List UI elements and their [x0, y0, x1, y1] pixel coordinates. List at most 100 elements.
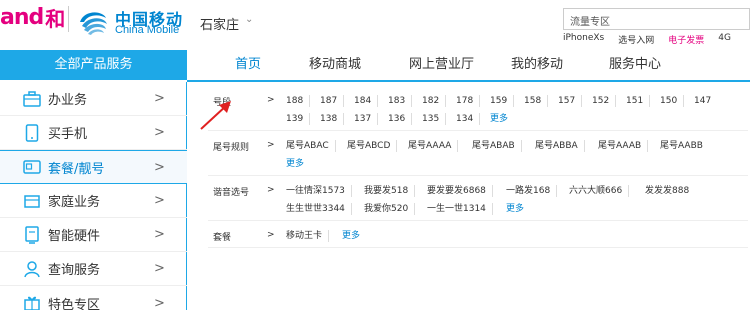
nav-online-hall[interactable]: 网上营业厅: [409, 50, 499, 80]
row-arrow: >: [267, 185, 275, 195]
chevron-right-icon: >: [154, 295, 165, 310]
hot-link-4g[interactable]: 4G: [718, 33, 731, 46]
segment-chip[interactable]: 182: [422, 95, 447, 107]
nav-service-center[interactable]: 服务中心: [609, 50, 689, 80]
site-header: and 和 中国移动 China Mobile 石家庄 ⌄ 流量专区 iPhon…: [0, 0, 750, 50]
nav-home[interactable]: 首页: [235, 50, 297, 80]
segment-chip[interactable]: 157: [558, 95, 583, 107]
segment-chip[interactable]: 188: [286, 95, 311, 107]
sidebar-item-query-service[interactable]: 查询服务 >: [0, 252, 187, 286]
sidebar-item-business[interactable]: 办业务 >: [0, 82, 187, 116]
homophone-chip[interactable]: 发发发888: [645, 185, 695, 197]
row-arrow: >: [267, 95, 275, 105]
segment-chip[interactable]: 152: [592, 95, 617, 107]
segment-chip[interactable]: 139: [286, 113, 311, 125]
homophone-chip[interactable]: 我要发518: [364, 185, 416, 197]
chevron-right-icon: >: [154, 193, 165, 208]
plan-chip[interactable]: 移动王卡: [286, 230, 330, 242]
chevron-down-icon[interactable]: ⌄: [245, 14, 253, 25]
segment-chip[interactable]: 137: [354, 113, 379, 125]
homophone-chips: 一往情深1573 我要发518 要发要发6868 一路发168 六六大顺666 …: [280, 185, 740, 215]
chevron-right-icon: >: [154, 261, 165, 276]
tail-rule-chip[interactable]: 尾号AABB: [660, 140, 709, 152]
tail-rule-chip[interactable]: 尾号ABCD: [347, 140, 398, 152]
segment-chip[interactable]: 187: [320, 95, 345, 107]
segment-chip[interactable]: 136: [388, 113, 413, 125]
sidebar-item-plans-numbers[interactable]: 套餐/靓号 >: [0, 150, 187, 184]
segment-chip[interactable]: 183: [388, 95, 413, 107]
row-arrow: >: [267, 140, 275, 150]
homophone-chip[interactable]: 六六大顺666: [569, 185, 630, 197]
homophone-chip[interactable]: 一往情深1573: [286, 185, 352, 197]
hot-link-e-invoice[interactable]: 电子发票: [668, 33, 704, 46]
china-mobile-logo-icon[interactable]: [74, 4, 112, 38]
annotation-arrow-icon: [200, 101, 231, 130]
card-icon: [22, 157, 42, 177]
user-icon: [22, 259, 42, 279]
chevron-right-icon: >: [154, 227, 165, 242]
search-input[interactable]: 流量专区: [563, 8, 750, 30]
sidebar-item-home-business[interactable]: 家庭业务 >: [0, 184, 187, 218]
gift-icon: [22, 293, 42, 310]
row-divider: [208, 130, 748, 131]
main-nav: 首页 移动商城 网上营业厅 我的移动 服务中心: [190, 50, 750, 80]
chevron-right-icon: >: [154, 91, 165, 106]
segment-chip[interactable]: 158: [524, 95, 549, 107]
logo-divider: [68, 6, 69, 32]
segment-chip[interactable]: 150: [660, 95, 685, 107]
chevron-right-icon: >: [154, 125, 165, 140]
row-label-homophone: 谐音选号: [213, 188, 250, 198]
sidebar-item-smart-hardware[interactable]: 智能硬件 >: [0, 218, 187, 252]
row-label-plan: 套餐: [213, 233, 232, 243]
more-link[interactable]: 更多: [342, 230, 366, 242]
sidebar-item-special-zone[interactable]: 特色专区 >: [0, 286, 187, 310]
homophone-chip[interactable]: 我爱你520: [364, 203, 416, 215]
tail-rule-chip[interactable]: 尾号AAAA: [408, 140, 459, 152]
plan-chips: 移动王卡 更多: [280, 230, 740, 244]
brand-name-en: China Mobile: [115, 24, 180, 36]
device-icon: [22, 225, 42, 245]
briefcase-icon: [22, 89, 42, 109]
more-link[interactable]: 更多: [286, 158, 310, 170]
homophone-chip[interactable]: 一路发168: [506, 185, 558, 197]
segment-chip[interactable]: 138: [320, 113, 345, 125]
more-link[interactable]: 更多: [506, 203, 530, 215]
sidebar-item-label: 家庭业务: [48, 195, 101, 210]
row-arrow: >: [267, 230, 275, 240]
tail-rule-chip[interactable]: 尾号AAAB: [598, 140, 649, 152]
hot-link-select-number[interactable]: 选号入网: [618, 33, 654, 46]
homophone-chip[interactable]: 要发要发6868: [427, 185, 493, 197]
segment-chip[interactable]: 134: [456, 113, 481, 125]
and-logo[interactable]: and 和: [0, 3, 65, 31]
tail-rule-chip[interactable]: 尾号ABAC: [286, 140, 336, 152]
all-products-button[interactable]: 全部产品服务: [0, 50, 187, 80]
category-sidebar: 办业务 > 买手机 > 套餐/靓号 > 家庭业务 > 智能硬件 > 查询服务 >: [0, 82, 187, 310]
row-label-tail-rule: 尾号规则: [213, 143, 250, 153]
segment-chip[interactable]: 178: [456, 95, 481, 107]
segment-chip[interactable]: 135: [422, 113, 447, 125]
segment-chip[interactable]: 159: [490, 95, 515, 107]
and-logo-text: and: [0, 4, 44, 30]
sidebar-item-label: 套餐/靓号: [48, 161, 105, 177]
phone-icon: [22, 123, 42, 143]
segment-chip[interactable]: 151: [626, 95, 651, 107]
homophone-chip[interactable]: 一生一世1314: [427, 203, 493, 215]
sidebar-item-label: 特色专区: [48, 297, 101, 310]
tail-rule-chip[interactable]: 尾号ABBA: [535, 140, 585, 152]
row-divider: [208, 220, 748, 221]
home-icon: [22, 191, 42, 211]
sidebar-item-label: 办业务: [48, 93, 88, 108]
city-selector[interactable]: 石家庄: [200, 14, 239, 33]
sidebar-item-label: 查询服务: [48, 263, 101, 278]
homophone-chip[interactable]: 生生世世3344: [286, 203, 352, 215]
sidebar-item-label: 智能硬件: [48, 229, 101, 244]
nav-my-mobile[interactable]: 我的移动: [511, 50, 591, 80]
segment-chip[interactable]: 184: [354, 95, 379, 107]
sidebar-item-buy-phone[interactable]: 买手机 >: [0, 116, 187, 150]
row-divider: [208, 175, 748, 176]
tail-rule-chip[interactable]: 尾号ABAB: [472, 140, 522, 152]
nav-mall[interactable]: 移动商城: [309, 50, 389, 80]
segment-chip[interactable]: 147: [694, 95, 717, 107]
hot-link-iphonexs[interactable]: iPhoneXs: [563, 33, 604, 46]
more-link[interactable]: 更多: [490, 113, 514, 125]
